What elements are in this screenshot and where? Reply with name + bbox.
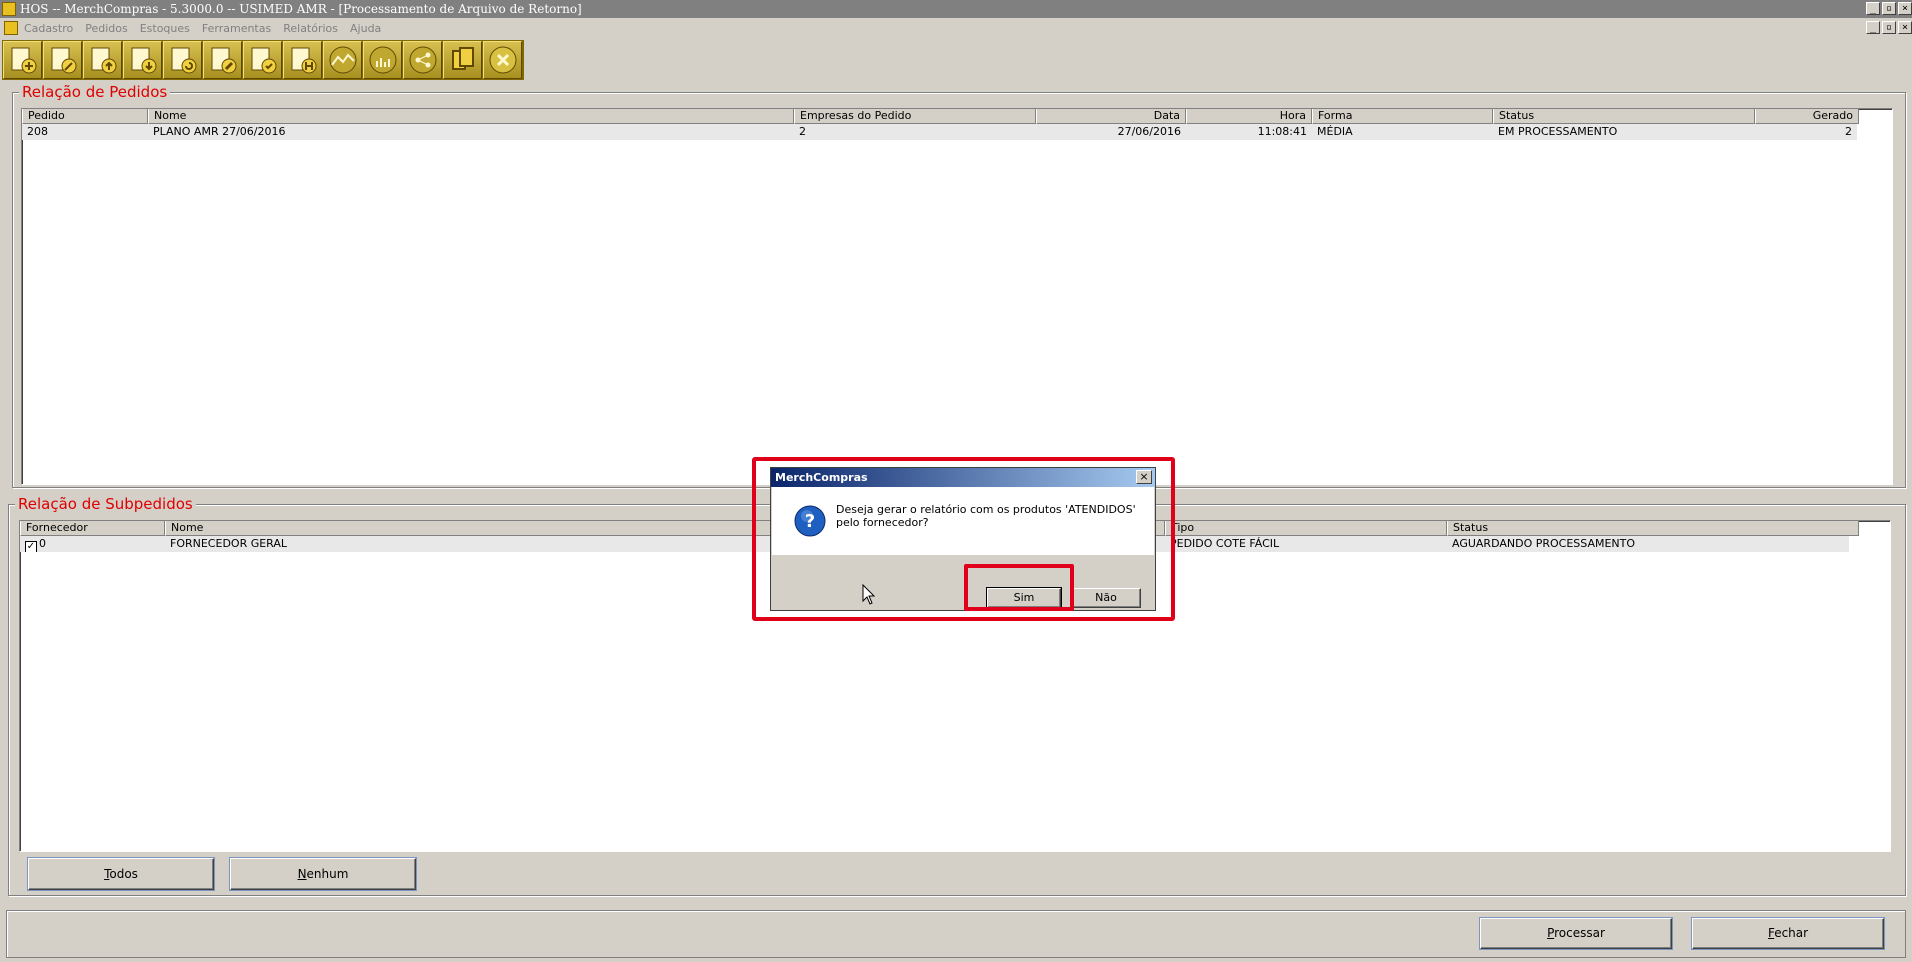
mdi-child-icon xyxy=(4,21,18,35)
pedidos-title: Relação de Pedidos xyxy=(19,84,171,100)
fechar-button[interactable]: Fechar xyxy=(1692,918,1884,949)
processar-button[interactable]: Processar xyxy=(1480,918,1672,949)
subpedidos-title: Relação de Subpedidos xyxy=(15,496,196,512)
mouse-cursor-icon xyxy=(862,584,876,605)
col-empresas[interactable]: Empresas do Pedido xyxy=(794,109,1036,124)
menu-estoques[interactable]: Estoques xyxy=(140,22,190,35)
bar-chart-button[interactable] xyxy=(363,41,402,79)
no-button[interactable]: Não xyxy=(1071,588,1141,608)
history-document-button[interactable] xyxy=(283,41,322,79)
cell-forma: MÉDIA xyxy=(1317,125,1353,138)
child-restore-button[interactable]: ▫ xyxy=(1882,21,1896,34)
bar-chart-icon xyxy=(369,46,396,74)
menu-bar: Cadastro Pedidos Estoques Ferramentas Re… xyxy=(0,18,1912,38)
upload-document-icon xyxy=(91,47,116,74)
add-document-button[interactable] xyxy=(3,41,42,79)
close-circle-button[interactable] xyxy=(483,41,522,79)
window-title: HOS -- MerchCompras - 5.3000.0 -- USIMED… xyxy=(20,2,582,16)
menu-ferramentas[interactable]: Ferramentas xyxy=(202,22,271,35)
tools-document-button[interactable] xyxy=(203,41,242,79)
col-hora[interactable]: Hora xyxy=(1186,109,1312,124)
cell-data: 27/06/2016 xyxy=(1117,125,1181,138)
col-sub-status[interactable]: Status xyxy=(1447,521,1859,536)
todos-button[interactable]: Todos xyxy=(28,858,214,890)
dialog-message: Deseja gerar o relatório com os produtos… xyxy=(836,503,1136,529)
cell-nome: PLANO AMR 27/06/2016 xyxy=(153,125,286,138)
child-minimize-button[interactable]: _ xyxy=(1866,21,1880,34)
svg-text:?: ? xyxy=(805,511,815,532)
chart-line-icon xyxy=(329,46,356,74)
menu-pedidos[interactable]: Pedidos xyxy=(85,22,128,35)
menu-ajuda[interactable]: Ajuda xyxy=(350,22,381,35)
close-button[interactable]: × xyxy=(1898,2,1912,15)
table-row[interactable]: 208 PLANO AMR 27/06/2016 2 27/06/2016 11… xyxy=(22,124,1857,140)
menu-cadastro[interactable]: Cadastro xyxy=(24,22,73,35)
copy-icon xyxy=(451,47,474,70)
edit-document-icon xyxy=(51,47,76,74)
restore-button[interactable]: ▫ xyxy=(1882,2,1896,15)
col-forma[interactable]: Forma xyxy=(1312,109,1493,124)
child-close-button[interactable]: × xyxy=(1898,21,1912,34)
col-nome[interactable]: Nome xyxy=(148,109,794,124)
menu-relatorios[interactable]: Relatórios xyxy=(283,22,338,35)
window-title-bar: HOS -- MerchCompras - 5.3000.0 -- USIMED… xyxy=(0,0,1912,18)
chart-line-button[interactable] xyxy=(323,41,362,79)
cell-hora: 11:08:41 xyxy=(1257,125,1307,138)
pedidos-grid[interactable]: Pedido Nome Empresas do Pedido Data Hora… xyxy=(21,108,1893,485)
cell-tipo: PEDIDO COTE FÁCIL xyxy=(1170,537,1280,550)
download-document-button[interactable] xyxy=(123,41,162,79)
pedidos-header: Pedido Nome Empresas do Pedido Data Hora… xyxy=(22,109,1892,124)
cell-pedido: 208 xyxy=(27,125,48,138)
app-icon xyxy=(2,2,16,16)
col-gerado[interactable]: Gerado xyxy=(1755,109,1859,124)
check-document-icon xyxy=(251,47,276,74)
copy-button[interactable] xyxy=(443,41,482,79)
cell-gerado: 2 xyxy=(1845,125,1852,138)
refresh-document-icon xyxy=(171,47,196,74)
yes-highlight-frame xyxy=(964,564,1074,611)
upload-document-button[interactable] xyxy=(83,41,122,79)
refresh-document-button[interactable] xyxy=(163,41,202,79)
cell-fornecedor: ✓ 0 xyxy=(20,536,165,552)
question-icon: ? xyxy=(794,505,826,537)
col-tipo[interactable]: Tipo xyxy=(1165,521,1447,536)
share-button[interactable] xyxy=(403,41,442,79)
minimize-button[interactable]: _ xyxy=(1866,2,1880,15)
cell-status: EM PROCESSAMENTO xyxy=(1498,125,1618,138)
tools-document-icon xyxy=(211,47,236,74)
col-status[interactable]: Status xyxy=(1493,109,1755,124)
col-pedido[interactable]: Pedido xyxy=(22,109,148,124)
download-document-icon xyxy=(131,47,156,74)
history-document-icon xyxy=(291,47,316,74)
nenhum-button[interactable]: Nenhum xyxy=(230,858,416,890)
col-data[interactable]: Data xyxy=(1036,109,1186,124)
check-document-button[interactable] xyxy=(243,41,282,79)
share-icon xyxy=(409,46,436,74)
dialog-body: ? Deseja gerar o relatório com os produt… xyxy=(772,487,1154,555)
confirm-dialog: MerchCompras × ? Deseja gerar o relatóri… xyxy=(770,467,1156,611)
row-checkbox[interactable]: ✓ xyxy=(25,541,37,552)
add-document-icon xyxy=(11,47,36,74)
col-fornecedor[interactable]: Fornecedor xyxy=(20,521,165,536)
fornecedor-code: 0 xyxy=(39,537,46,550)
close-circle-icon xyxy=(489,46,516,74)
dialog-title: MerchCompras xyxy=(771,468,1155,487)
toolbar xyxy=(2,40,524,80)
cell-empresas: 2 xyxy=(799,125,806,138)
dialog-close-button[interactable]: × xyxy=(1136,470,1152,484)
edit-document-button[interactable] xyxy=(43,41,82,79)
cell-sub-status: AGUARDANDO PROCESSAMENTO xyxy=(1452,537,1636,550)
